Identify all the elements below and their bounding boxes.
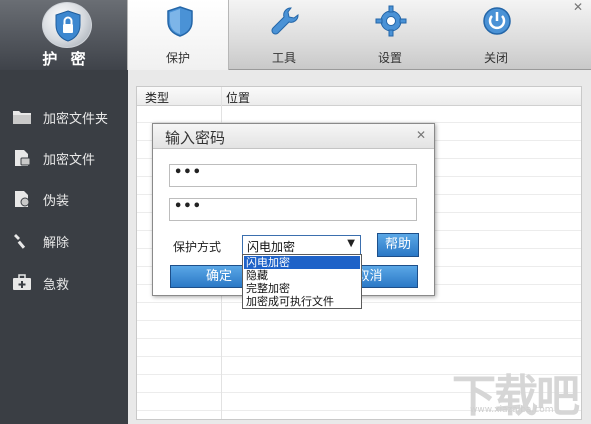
dialog-title: 输入密码 xyxy=(165,129,226,147)
top-toolbar: 护 密 保护 工具 设置 关闭 ✕ xyxy=(0,0,591,71)
first-aid-icon xyxy=(12,274,32,292)
wrench-icon xyxy=(269,5,301,37)
dialog-close-button[interactable]: ✕ xyxy=(416,128,426,142)
tab-settings[interactable]: 设置 xyxy=(339,0,441,70)
lock-shield-logo-icon xyxy=(42,2,92,48)
power-icon xyxy=(481,5,513,37)
confirm-password-field[interactable]: ••• xyxy=(169,198,417,221)
tab-protect-label: 保护 xyxy=(165,51,190,65)
tab-close-label: 关闭 xyxy=(483,51,508,65)
option-flash-encrypt[interactable]: 闪电加密 xyxy=(244,256,360,269)
option-executable-encrypt[interactable]: 加密成可执行文件 xyxy=(244,295,360,308)
sidebar-item-label: 解除 xyxy=(43,236,70,251)
protect-mode-label: 保护方式 xyxy=(173,240,222,254)
chevron-down-icon: ▼ xyxy=(347,238,355,249)
sidebar-item-encrypt-folder[interactable]: 加密文件夹 xyxy=(0,100,128,132)
disguise-icon xyxy=(12,190,32,208)
protect-mode-select[interactable]: 闪电加密 ▼ xyxy=(242,235,361,255)
sidebar-item-label: 加密文件 xyxy=(43,153,96,168)
sidebar-item-label: 伪装 xyxy=(43,194,70,209)
shield-icon xyxy=(164,5,196,37)
column-header-location[interactable]: 位置 xyxy=(226,89,250,106)
sidebar: 加密文件夹 加密文件 伪装 解除 急救 xyxy=(0,70,128,424)
tab-tools-label: 工具 xyxy=(271,51,296,65)
sidebar-item-remove[interactable]: 解除 xyxy=(0,224,128,256)
table-header: 类型 位置 xyxy=(137,87,581,106)
gear-icon xyxy=(375,5,407,37)
password-field[interactable]: ••• xyxy=(169,164,417,187)
folder-icon xyxy=(12,108,32,126)
tab-protect[interactable]: 保护 xyxy=(127,0,229,71)
protect-mode-value: 闪电加密 xyxy=(247,240,296,254)
sidebar-item-encrypt-file[interactable]: 加密文件 xyxy=(0,141,128,173)
window-close-button[interactable]: ✕ xyxy=(571,1,585,13)
tab-close[interactable]: 关闭 xyxy=(445,0,547,70)
tab-settings-label: 设置 xyxy=(377,51,402,65)
tab-tools[interactable]: 工具 xyxy=(233,0,335,70)
app-logo-area: 护 密 xyxy=(0,0,132,70)
column-header-type[interactable]: 类型 xyxy=(145,89,169,106)
app-name: 护 密 xyxy=(42,50,90,68)
sidebar-item-label: 加密文件夹 xyxy=(43,112,109,127)
option-hide[interactable]: 隐藏 xyxy=(244,269,360,282)
sidebar-item-disguise[interactable]: 伪装 xyxy=(0,182,128,214)
watermark-url: www.xiazaiba.com xyxy=(470,405,554,415)
protect-mode-dropdown: 闪电加密 隐藏 完整加密 加密成可执行文件 xyxy=(242,254,362,309)
dialog-title-bar: 输入密码 ✕ xyxy=(153,124,434,149)
unlock-icon xyxy=(12,232,32,250)
file-icon xyxy=(12,149,32,167)
option-full-encrypt[interactable]: 完整加密 xyxy=(244,282,360,295)
sidebar-item-rescue[interactable]: 急救 xyxy=(0,266,128,298)
sidebar-item-label: 急救 xyxy=(43,278,70,293)
help-button[interactable]: 帮助 xyxy=(377,233,419,257)
